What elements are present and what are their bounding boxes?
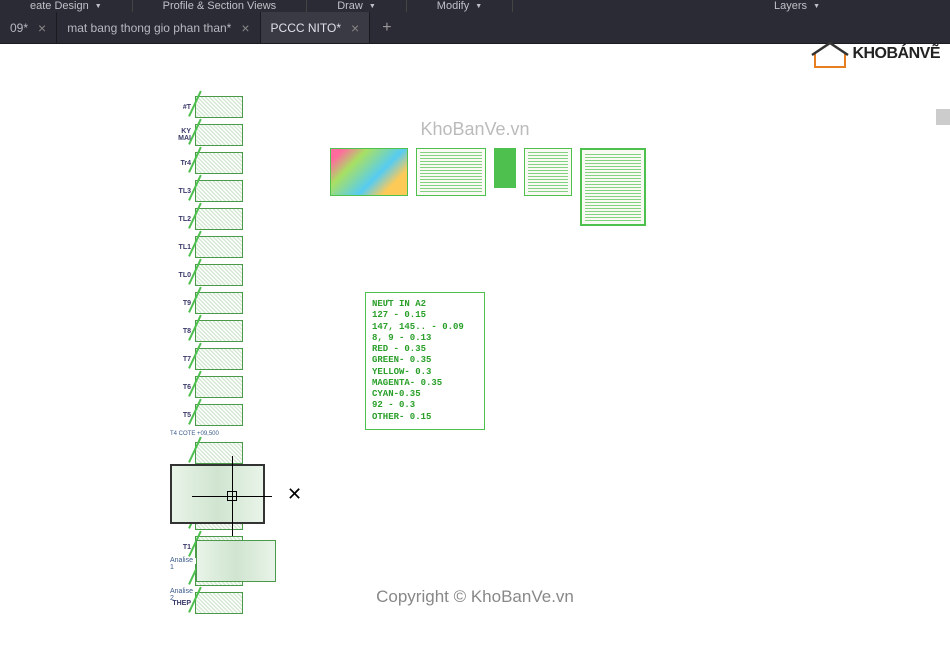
sheet-thumbnails [330,148,646,226]
floor-thumb[interactable] [195,124,243,146]
canvas-area[interactable]: KHOBÁNVẼ KhoBanVe.vn Copyright © KhoBanV… [0,44,950,647]
sheet-thumb[interactable] [330,148,408,196]
tab-file-1[interactable]: 09* × [0,12,57,43]
floor-thumb[interactable] [195,180,243,202]
analise-label: Analise 1 [170,557,192,571]
floor-label: Tr4 [170,160,195,167]
cote-label: T4 COTE +09,500 [170,431,243,437]
floor-thumb[interactable] [195,264,243,286]
text-line: NEƯT IN A2 [372,299,478,310]
house-icon [810,39,850,69]
dropdown-icon: ▼ [475,3,482,10]
floor-row: Tr4 [170,150,243,176]
ribbon-label: eate Design [30,0,89,12]
floor-row: #T [170,94,243,120]
analise-label: Analise 2 [170,588,192,602]
floor-row: TL0 [170,262,243,288]
close-icon[interactable]: × [38,20,46,36]
floor-label: T8 [170,328,195,335]
ribbon-label: Layers [774,0,807,12]
floor-row: T5 [170,402,243,428]
floor-thumb[interactable] [195,236,243,258]
tab-label: mat bang thong gio phan than* [67,21,231,35]
ribbon-label: Modify [437,0,469,12]
floor-label: TL1 [170,244,195,251]
ribbon-bar: eate Design ▼ Profile & Section Views Dr… [0,0,950,12]
ribbon-item-layers[interactable]: Layers ▼ [744,0,850,12]
floor-row: T7 [170,346,243,372]
floor-row: TL2 [170,206,243,232]
sheet-thumb[interactable] [580,148,646,226]
floor-label: T9 [170,300,195,307]
dropdown-icon: ▼ [369,3,376,10]
floor-row [170,440,243,466]
divider [512,0,513,12]
watermark-bottom: Copyright © KhoBanVe.vn [376,587,574,607]
text-line: RED - 0.35 [372,344,478,355]
text-line: MAGENTA- 0.35 [372,378,478,389]
floor-thumb[interactable] [195,96,243,118]
ribbon-label: Profile & Section Views [163,0,277,12]
close-icon[interactable]: × [241,20,249,36]
ribbon-label: Draw [337,0,363,12]
floor-thumb[interactable] [195,208,243,230]
floor-label: TL0 [170,272,195,279]
sheet-thumb[interactable] [416,148,486,196]
scrollbar-thumb[interactable] [936,109,950,125]
text-line: CYAN-0.35 [372,389,478,400]
tab-bar: 09* × mat bang thong gio phan than* × PC… [0,12,950,44]
dropdown-icon: ▼ [813,3,820,10]
floor-label: T5 [170,412,195,419]
close-icon[interactable]: × [351,20,359,36]
tab-label: PCCC NITO* [271,21,341,35]
sheet-thumb[interactable] [524,148,572,196]
text-line: 147, 145.. - 0.09 [372,322,478,333]
floor-row: T6 [170,374,243,400]
floor-thumb[interactable] [195,442,243,464]
tab-label: 09* [10,21,28,35]
cursor-pickbox [227,491,237,501]
floor-thumb[interactable] [195,152,243,174]
text-line: OTHER- 0.15 [372,412,478,423]
floor-label: TL3 [170,188,195,195]
watermark-top: KhoBanVe.vn [420,119,529,140]
layer-info-box: NEƯT IN A2127 - 0.15147, 145.. - 0.098, … [365,292,485,430]
bottom-thumbnails: ✕ Analise 1 Analise 2 [170,464,276,602]
text-line: 127 - 0.15 [372,310,478,321]
logo: KHOBÁNVẼ [810,39,940,69]
floor-row: TL1 [170,234,243,260]
floor-thumb[interactable] [195,404,243,426]
floor-thumb[interactable] [195,292,243,314]
ribbon-item-draw[interactable]: Draw ▼ [307,0,406,12]
drawing-thumbnail-selected[interactable]: ✕ [170,464,265,524]
cursor-x-icon: ✕ [287,484,302,505]
text-line: YELLOW- 0.3 [372,367,478,378]
text-line: 8, 9 - 0.13 [372,333,478,344]
add-tab-button[interactable]: + [370,12,403,43]
drawing-thumbnail[interactable] [196,540,276,582]
ribbon-item-createdesign[interactable]: eate Design ▼ [0,0,132,12]
dropdown-icon: ▼ [95,3,102,10]
floor-thumb[interactable] [195,348,243,370]
floor-label: TL2 [170,216,195,223]
floor-row: T8 [170,318,243,344]
tab-file-3[interactable]: PCCC NITO* × [261,12,371,43]
floor-label: T7 [170,356,195,363]
ribbon-item-profilesection[interactable]: Profile & Section Views [133,0,307,12]
floor-label: #T [170,104,195,111]
floor-thumb[interactable] [195,320,243,342]
ribbon-item-modify[interactable]: Modify ▼ [407,0,512,12]
text-line: GREEN- 0.35 [372,355,478,366]
floor-row: T9 [170,290,243,316]
text-line: 92 - 0.3 [372,400,478,411]
logo-text: KHOBÁNVẼ [852,45,940,63]
tab-file-2[interactable]: mat bang thong gio phan than* × [57,12,260,43]
sheet-thumb[interactable] [494,148,516,188]
floor-row: TL3 [170,178,243,204]
floor-label: T6 [170,384,195,391]
floor-thumb[interactable] [195,376,243,398]
floor-row: KY MAI [170,122,243,148]
floor-label: KY MAI [170,128,195,142]
